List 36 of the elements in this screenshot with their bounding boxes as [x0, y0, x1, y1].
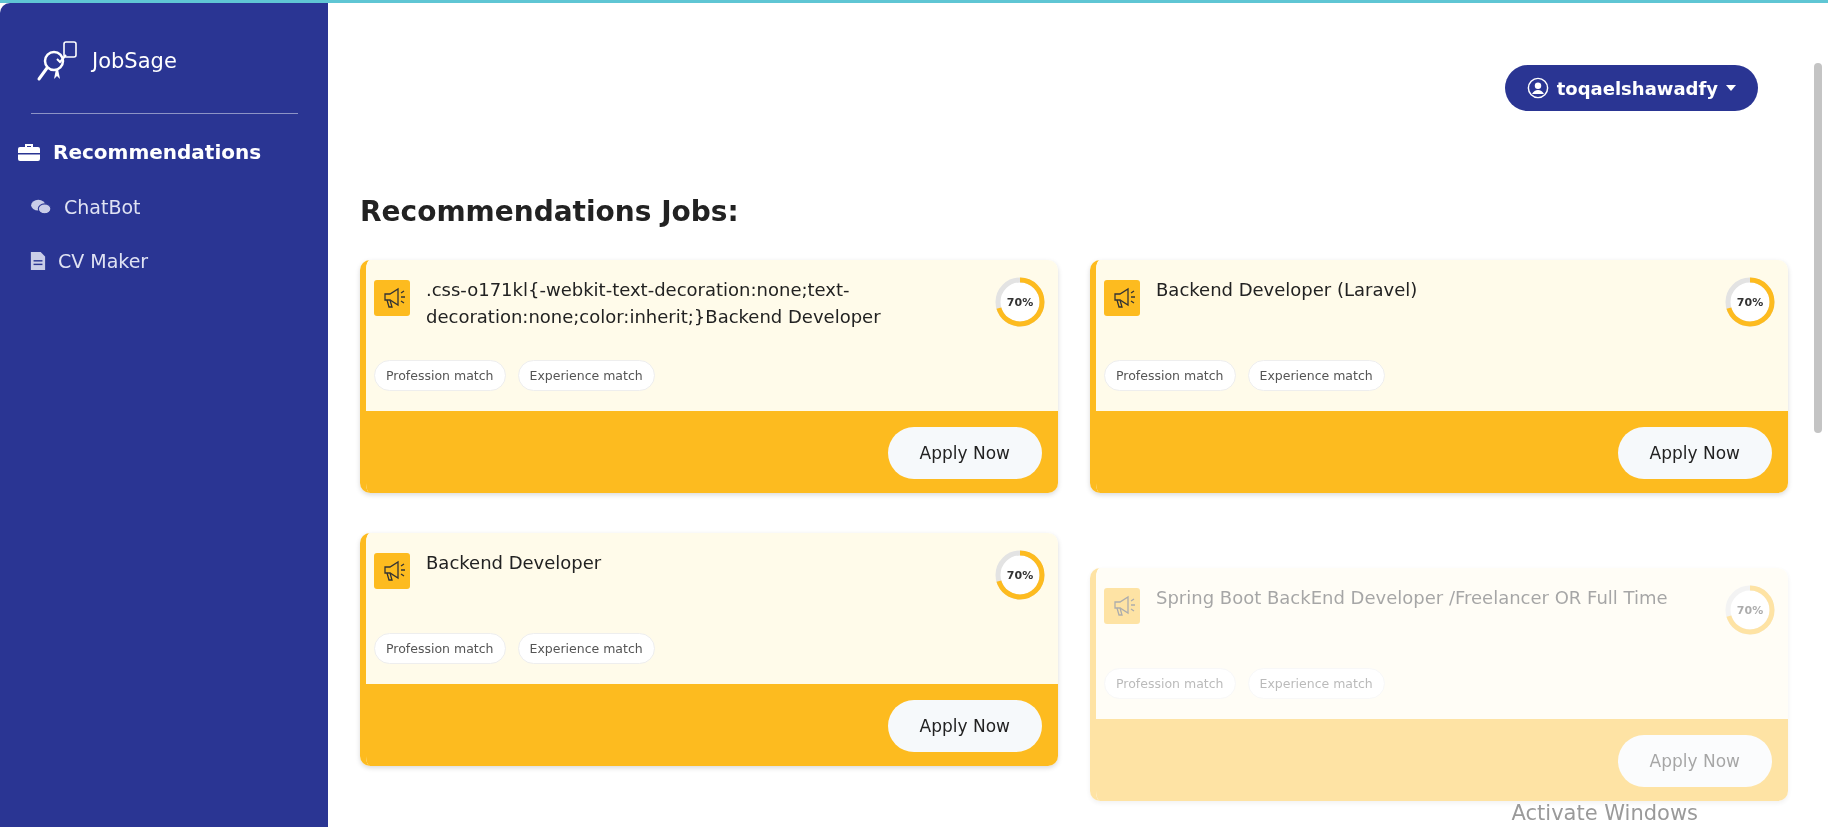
user-avatar-icon [1526, 77, 1549, 99]
megaphone-icon [1104, 588, 1140, 624]
match-percent: 70% [1005, 294, 1035, 311]
sidebar-item[interactable]: CV Maker [0, 250, 328, 272]
megaphone-icon [1104, 280, 1140, 316]
user-menu-button[interactable]: toqaelshawadfy [1504, 65, 1758, 111]
job-title[interactable]: Backend Developer [426, 549, 978, 576]
apply-button[interactable]: Apply Now [1617, 427, 1772, 479]
match-tag: Profession match [1104, 668, 1236, 699]
activation-notice: Activate Windows [1511, 801, 1698, 825]
match-tag: Experience match [1247, 668, 1385, 699]
match-tag: Profession match [1104, 360, 1236, 391]
megaphone-icon [374, 280, 410, 316]
briefcase-icon [17, 142, 41, 162]
caret-icon [1726, 85, 1736, 91]
magnifier-logo-icon [36, 39, 80, 83]
apply-button[interactable]: Apply Now [887, 700, 1042, 752]
brand-name: JobSage [92, 49, 177, 73]
match-tag: Experience match [517, 633, 655, 664]
match-tag: Experience match [517, 360, 655, 391]
sidebar-item[interactable]: Recommendations [0, 140, 328, 164]
job-title[interactable]: Backend Developer (Laravel) [1156, 276, 1708, 303]
match-percent: 70% [1735, 294, 1765, 311]
scrollbar[interactable] [1814, 63, 1822, 433]
match-percent: 70% [1735, 602, 1765, 619]
job-title[interactable]: .css-o171kl{-webkit-text-decoration:none;text-decoration:none;color:inherit;}Backend Developer [426, 276, 978, 330]
chat-bubbles-icon [30, 198, 52, 216]
apply-button[interactable]: Apply Now [887, 427, 1042, 479]
megaphone-icon [374, 553, 410, 589]
page-heading: Recommendations Jobs: [360, 195, 740, 228]
document-icon [30, 251, 46, 271]
match-tag: Profession match [374, 633, 506, 664]
match-tag: Profession match [374, 360, 506, 391]
match-percent: 70% [1005, 567, 1035, 584]
sidebar-item[interactable]: ChatBot [0, 196, 328, 218]
match-tag: Experience match [1247, 360, 1385, 391]
